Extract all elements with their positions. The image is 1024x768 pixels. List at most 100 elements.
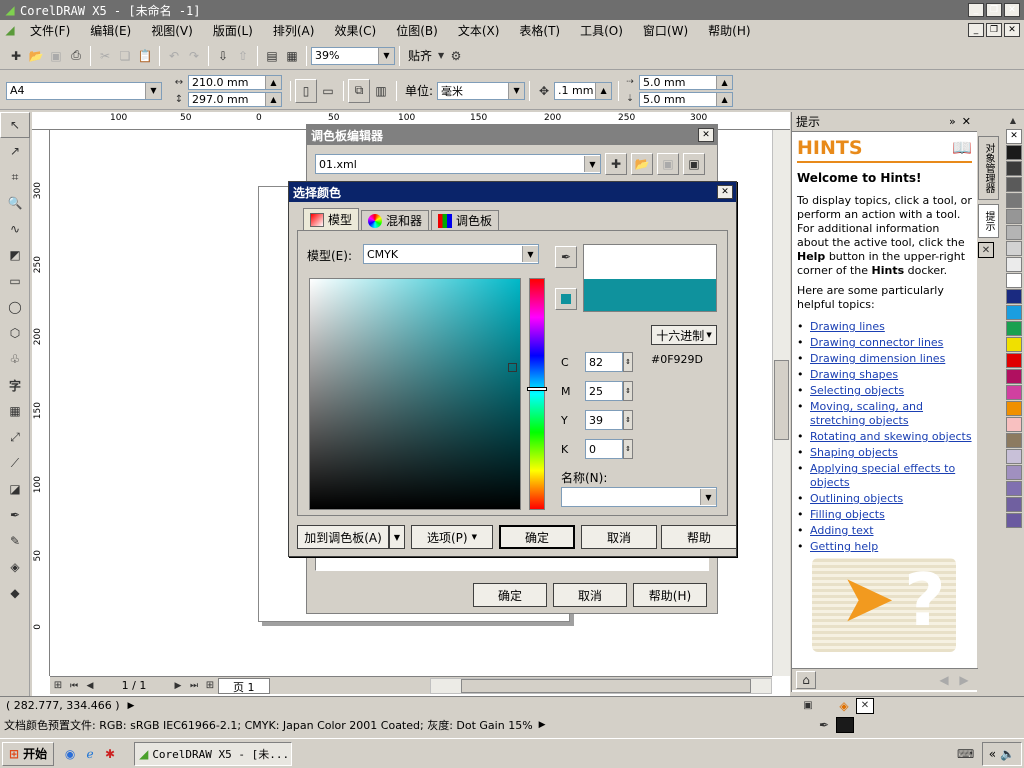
palette-swatch[interactable]: [1006, 224, 1022, 240]
forward-icon[interactable]: ▶: [954, 671, 974, 689]
scroll-thumb[interactable]: [774, 360, 789, 440]
open-icon[interactable]: 📂: [26, 46, 46, 66]
hint-link[interactable]: Moving, scaling, and stretching objects: [810, 400, 968, 428]
tab-palette[interactable]: 调色板: [431, 210, 500, 230]
pick-tool-icon[interactable]: ↖: [0, 112, 30, 138]
text-tool-icon[interactable]: 字: [0, 372, 30, 398]
hint-link[interactable]: Applying special effects to objects: [810, 462, 968, 490]
book-icon[interactable]: 📖: [952, 140, 972, 156]
channel-m-field[interactable]: 25 ⇕: [585, 381, 633, 401]
portrait-icon[interactable]: ▯: [295, 78, 317, 103]
doc-close-button[interactable]: ✕: [1004, 23, 1020, 37]
palette-swatch[interactable]: [1006, 176, 1022, 192]
object-manager-tab[interactable]: 对象管理器: [978, 136, 999, 200]
vertical-scrollbar[interactable]: [772, 130, 790, 676]
ie-icon[interactable]: ℯ: [80, 744, 100, 764]
palette-swatch[interactable]: [1006, 384, 1022, 400]
new-palette-icon[interactable]: ✚: [605, 153, 627, 175]
palette-swatch[interactable]: [1006, 160, 1022, 176]
rectangle-tool-icon[interactable]: ▭: [0, 268, 30, 294]
hint-link[interactable]: Drawing shapes: [810, 368, 898, 382]
menu-tools[interactable]: 工具(O): [570, 22, 633, 39]
current-page-icon[interactable]: ▥: [370, 79, 392, 103]
tray-expand-icon[interactable]: «: [989, 747, 996, 761]
crop-tool-icon[interactable]: ⌗: [0, 164, 30, 190]
hint-link[interactable]: Shaping objects: [810, 446, 898, 460]
close-button[interactable]: ✕: [1004, 3, 1020, 17]
save-palette-icon[interactable]: ▣: [657, 153, 679, 175]
doc-minimize-button[interactable]: _: [968, 23, 984, 37]
home-icon[interactable]: ⌂: [796, 670, 816, 689]
color-name-combo[interactable]: ▼: [561, 487, 717, 507]
add-page-before-icon[interactable]: ⊞: [50, 678, 66, 694]
table-tool-icon[interactable]: ▦: [0, 398, 30, 424]
taskbar-item-coreldraw[interactable]: ◢ CorelDRAW X5 - [未...: [134, 741, 293, 766]
page-size-combo[interactable]: A4 ▼: [6, 81, 162, 100]
hex-mode-button[interactable]: 十六进制 ▼: [651, 325, 717, 345]
shape-tool-icon[interactable]: ↗: [0, 138, 30, 164]
color-field[interactable]: [309, 278, 521, 510]
freehand-tool-icon[interactable]: ∿: [0, 216, 30, 242]
options-button[interactable]: 选项(P) ▼: [411, 525, 493, 549]
keyboard-icon[interactable]: ⌨: [956, 744, 976, 764]
back-icon[interactable]: ◀: [934, 671, 954, 689]
redo-icon[interactable]: ↷: [184, 46, 204, 66]
palette-editor-ok-button[interactable]: 确定: [473, 583, 547, 607]
connector-tool-icon[interactable]: ⟋: [0, 450, 30, 476]
doc-restore-button[interactable]: ❐: [986, 23, 1002, 37]
import-icon[interactable]: ⇩: [213, 46, 233, 66]
last-page-icon[interactable]: ⏭: [186, 678, 202, 694]
menu-effects[interactable]: 效果(C): [324, 22, 386, 39]
options-icon[interactable]: ⚙: [446, 46, 466, 66]
hint-link[interactable]: Drawing lines: [810, 320, 885, 334]
close-icon[interactable]: ✕: [962, 115, 971, 128]
next-page-icon[interactable]: ▶: [170, 678, 186, 694]
palette-swatch[interactable]: [1006, 256, 1022, 272]
hint-link[interactable]: Filling objects: [810, 508, 885, 522]
menu-file[interactable]: 文件(F): [20, 22, 80, 39]
hint-link[interactable]: Outlining objects: [810, 492, 903, 506]
channel-k-value[interactable]: 0: [585, 439, 623, 459]
spinner-icon[interactable]: ⇕: [623, 381, 633, 401]
hint-link[interactable]: Rotating and skewing objects: [810, 430, 972, 444]
snap-button[interactable]: 贴齐: [404, 47, 436, 64]
expand-arrow-icon[interactable]: ▶: [128, 701, 135, 711]
basic-shapes-icon[interactable]: ♧: [0, 346, 30, 372]
palette-swatch[interactable]: [1006, 480, 1022, 496]
browser-icon[interactable]: ◉: [60, 744, 80, 764]
palette-swatch[interactable]: [1006, 416, 1022, 432]
menu-help[interactable]: 帮助(H): [698, 22, 760, 39]
tab-model[interactable]: 模型: [303, 208, 360, 230]
add-page-after-icon[interactable]: ⊞: [202, 678, 218, 694]
menu-bitmaps[interactable]: 位图(B): [386, 22, 448, 39]
hint-link[interactable]: Drawing dimension lines: [810, 352, 945, 366]
blend-tool-icon[interactable]: ◪: [0, 476, 30, 502]
scroll-thumb[interactable]: [461, 678, 751, 693]
palette-swatch[interactable]: [1006, 336, 1022, 352]
save-as-palette-icon[interactable]: ▣: [683, 153, 705, 175]
channel-y-field[interactable]: 39 ⇕: [585, 410, 633, 430]
menu-view[interactable]: 视图(V): [141, 22, 203, 39]
palette-swatch[interactable]: [1006, 432, 1022, 448]
palette-swatch[interactable]: [1006, 400, 1022, 416]
palette-swatch[interactable]: [1006, 304, 1022, 320]
palette-swatch[interactable]: [1006, 320, 1022, 336]
channel-k-field[interactable]: 0 ⇕: [585, 439, 633, 459]
palette-file-combo[interactable]: 01.xml ▼: [315, 154, 601, 174]
palette-swatch[interactable]: [1006, 368, 1022, 384]
hue-slider-thumb[interactable]: [527, 387, 547, 391]
palette-swatch[interactable]: [1006, 496, 1022, 512]
nudge-field[interactable]: .1 mm ▲: [554, 81, 613, 100]
hint-link[interactable]: Drawing connector lines: [810, 336, 943, 350]
eyedropper-tool-icon[interactable]: ✒: [0, 502, 30, 528]
zoom-combo[interactable]: 39% ▼: [311, 46, 395, 65]
landscape-icon[interactable]: ▭: [317, 79, 339, 103]
smart-fill-icon[interactable]: ◩: [0, 242, 30, 268]
ok-button[interactable]: 确定: [499, 525, 575, 549]
minimize-button[interactable]: _: [968, 3, 984, 17]
polygon-tool-icon[interactable]: ⬡: [0, 320, 30, 346]
start-button[interactable]: ⊞ 开始: [2, 741, 55, 766]
palette-swatch[interactable]: [1006, 272, 1022, 288]
palette-swatch[interactable]: [1006, 144, 1022, 160]
palette-editor-close-button[interactable]: ✕: [698, 128, 714, 142]
